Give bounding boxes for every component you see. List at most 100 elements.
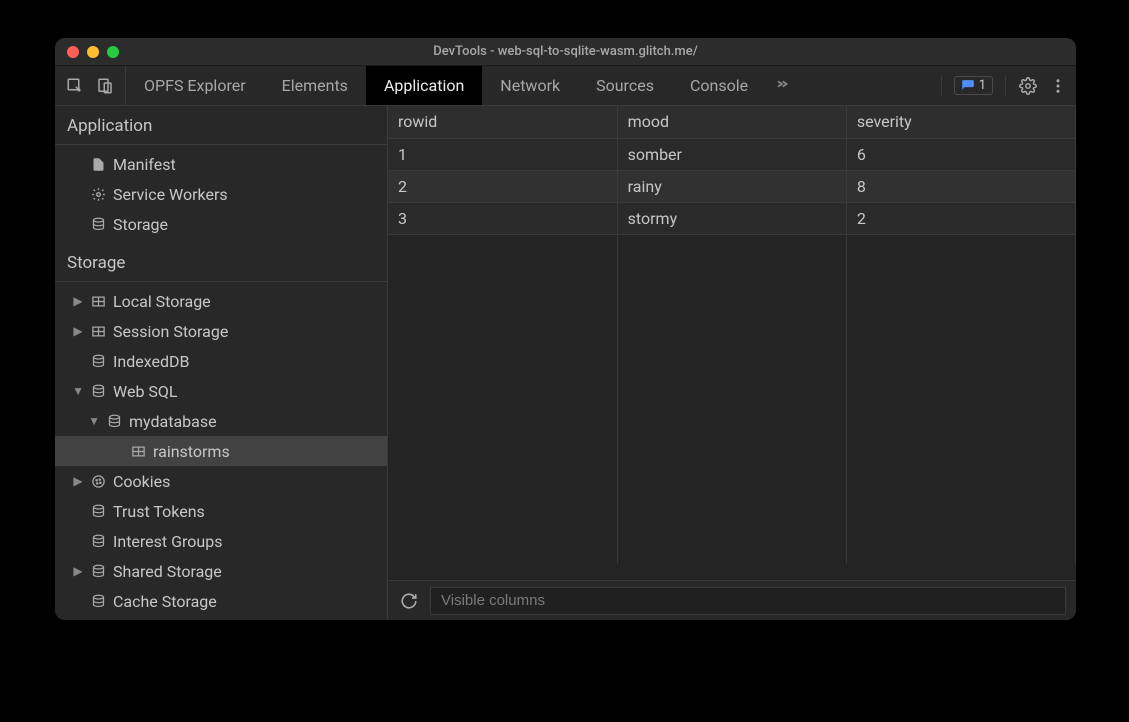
database-icon [89,592,107,610]
tab-network[interactable]: Network [482,66,578,105]
tab-application[interactable]: Application [366,66,482,105]
col-severity[interactable]: severity [846,106,1075,138]
sidebar-item-web-sql[interactable]: ▼ Web SQL [55,376,387,406]
separator [941,75,942,97]
label: Manifest [113,155,176,174]
inspect-icon[interactable] [65,76,85,96]
issues-badge[interactable]: 1 [954,76,993,95]
label: Shared Storage [113,562,222,581]
label: Storage [113,215,168,234]
sidebar-item-service-workers[interactable]: Service Workers [55,179,387,209]
sidebar-item-rainstorms[interactable]: rainstorms [55,436,387,466]
issues-count: 1 [979,78,986,93]
toolbar: OPFS Explorer Elements Application Netwo… [55,66,1076,106]
sidebar-item-local-storage[interactable]: ▶ Local Storage [55,286,387,316]
cell: rainy [617,170,846,202]
sidebar-item-trust-tokens[interactable]: Trust Tokens [55,496,387,526]
database-icon [89,562,107,580]
device-toggle-icon[interactable] [95,76,115,96]
data-table: rowid mood severity 1 somber 6 2 [388,106,1076,564]
tab-elements[interactable]: Elements [264,66,366,105]
database-icon [89,502,107,520]
tab-sources[interactable]: Sources [578,66,672,105]
sidebar-item-cookies[interactable]: ▶ Cookies [55,466,387,496]
file-icon [89,155,107,173]
gear-icon [89,185,107,203]
cell: somber [617,138,846,170]
expand-arrow-icon[interactable]: ▶ [73,294,83,308]
label: Web SQL [113,382,178,401]
label: mydatabase [129,412,217,431]
sidebar-item-indexeddb[interactable]: IndexedDB [55,346,387,376]
settings-icon[interactable] [1018,76,1038,96]
table-footer [388,580,1076,620]
toolbar-left [55,66,126,105]
refresh-icon[interactable] [398,590,420,612]
label: Service Workers [113,185,228,204]
expand-arrow-icon[interactable]: ▶ [73,324,83,338]
label: rainstorms [153,442,230,461]
more-options-icon[interactable] [1048,76,1068,96]
cell: 1 [388,138,617,170]
label: Session Storage [113,322,228,341]
table-header-row: rowid mood severity [388,106,1076,138]
tab-bar: OPFS Explorer Elements Application Netwo… [126,66,931,105]
table-icon [129,442,147,460]
cell: 3 [388,202,617,234]
cell: 8 [846,170,1075,202]
label: Cookies [113,472,170,491]
sidebar-item-session-storage[interactable]: ▶ Session Storage [55,316,387,346]
col-rowid[interactable]: rowid [388,106,617,138]
devtools-window: DevTools - web-sql-to-sqlite-wasm.glitch… [55,38,1076,620]
tab-console[interactable]: Console [672,66,766,105]
sidebar-item-mydatabase[interactable]: ▼ mydatabase [55,406,387,436]
table-wrap: rowid mood severity 1 somber 6 2 [388,106,1076,580]
content: rowid mood severity 1 somber 6 2 [388,106,1076,620]
cell: 2 [846,202,1075,234]
expand-arrow-icon[interactable]: ▶ [73,474,83,488]
label: IndexedDB [113,352,189,371]
toolbar-right: 1 [931,66,1076,105]
cookie-icon [89,472,107,490]
table-empty-space [388,234,1076,564]
cell: stormy [617,202,846,234]
cell: 6 [846,138,1075,170]
expand-arrow-icon[interactable]: ▶ [73,564,83,578]
sidebar: Application Manifest Service Workers [55,106,388,620]
database-icon [89,532,107,550]
cell: 2 [388,170,617,202]
window-controls [67,46,119,58]
separator [1005,75,1006,97]
table-icon [89,292,107,310]
close-window-button[interactable] [67,46,79,58]
label: Trust Tokens [113,502,205,521]
col-mood[interactable]: mood [617,106,846,138]
titlebar: DevTools - web-sql-to-sqlite-wasm.glitch… [55,38,1076,66]
table-row[interactable]: 1 somber 6 [388,138,1076,170]
section-application-header: Application [55,106,387,145]
sidebar-item-manifest[interactable]: Manifest [55,149,387,179]
sidebar-item-interest-groups[interactable]: Interest Groups [55,526,387,556]
minimize-window-button[interactable] [87,46,99,58]
label: Local Storage [113,292,211,311]
tab-opfs-explorer[interactable]: OPFS Explorer [126,66,264,105]
maximize-window-button[interactable] [107,46,119,58]
body: Application Manifest Service Workers [55,106,1076,620]
table-row[interactable]: 3 stormy 2 [388,202,1076,234]
sidebar-item-shared-storage[interactable]: ▶ Shared Storage [55,556,387,586]
label: Cache Storage [113,592,217,611]
database-icon [89,382,107,400]
table-icon [89,322,107,340]
section-storage-tree: ▶ Local Storage ▶ Session Storage [55,282,387,620]
collapse-arrow-icon[interactable]: ▼ [89,414,99,428]
sidebar-item-storage[interactable]: Storage [55,209,387,239]
database-icon [89,215,107,233]
more-tabs-icon[interactable] [766,76,798,96]
collapse-arrow-icon[interactable]: ▼ [73,384,83,398]
sidebar-item-cache-storage[interactable]: Cache Storage [55,586,387,616]
label: Interest Groups [113,532,222,551]
section-application-tree: Manifest Service Workers Storage [55,145,387,243]
database-icon [105,412,123,430]
table-row[interactable]: 2 rainy 8 [388,170,1076,202]
visible-columns-input[interactable] [430,587,1066,615]
